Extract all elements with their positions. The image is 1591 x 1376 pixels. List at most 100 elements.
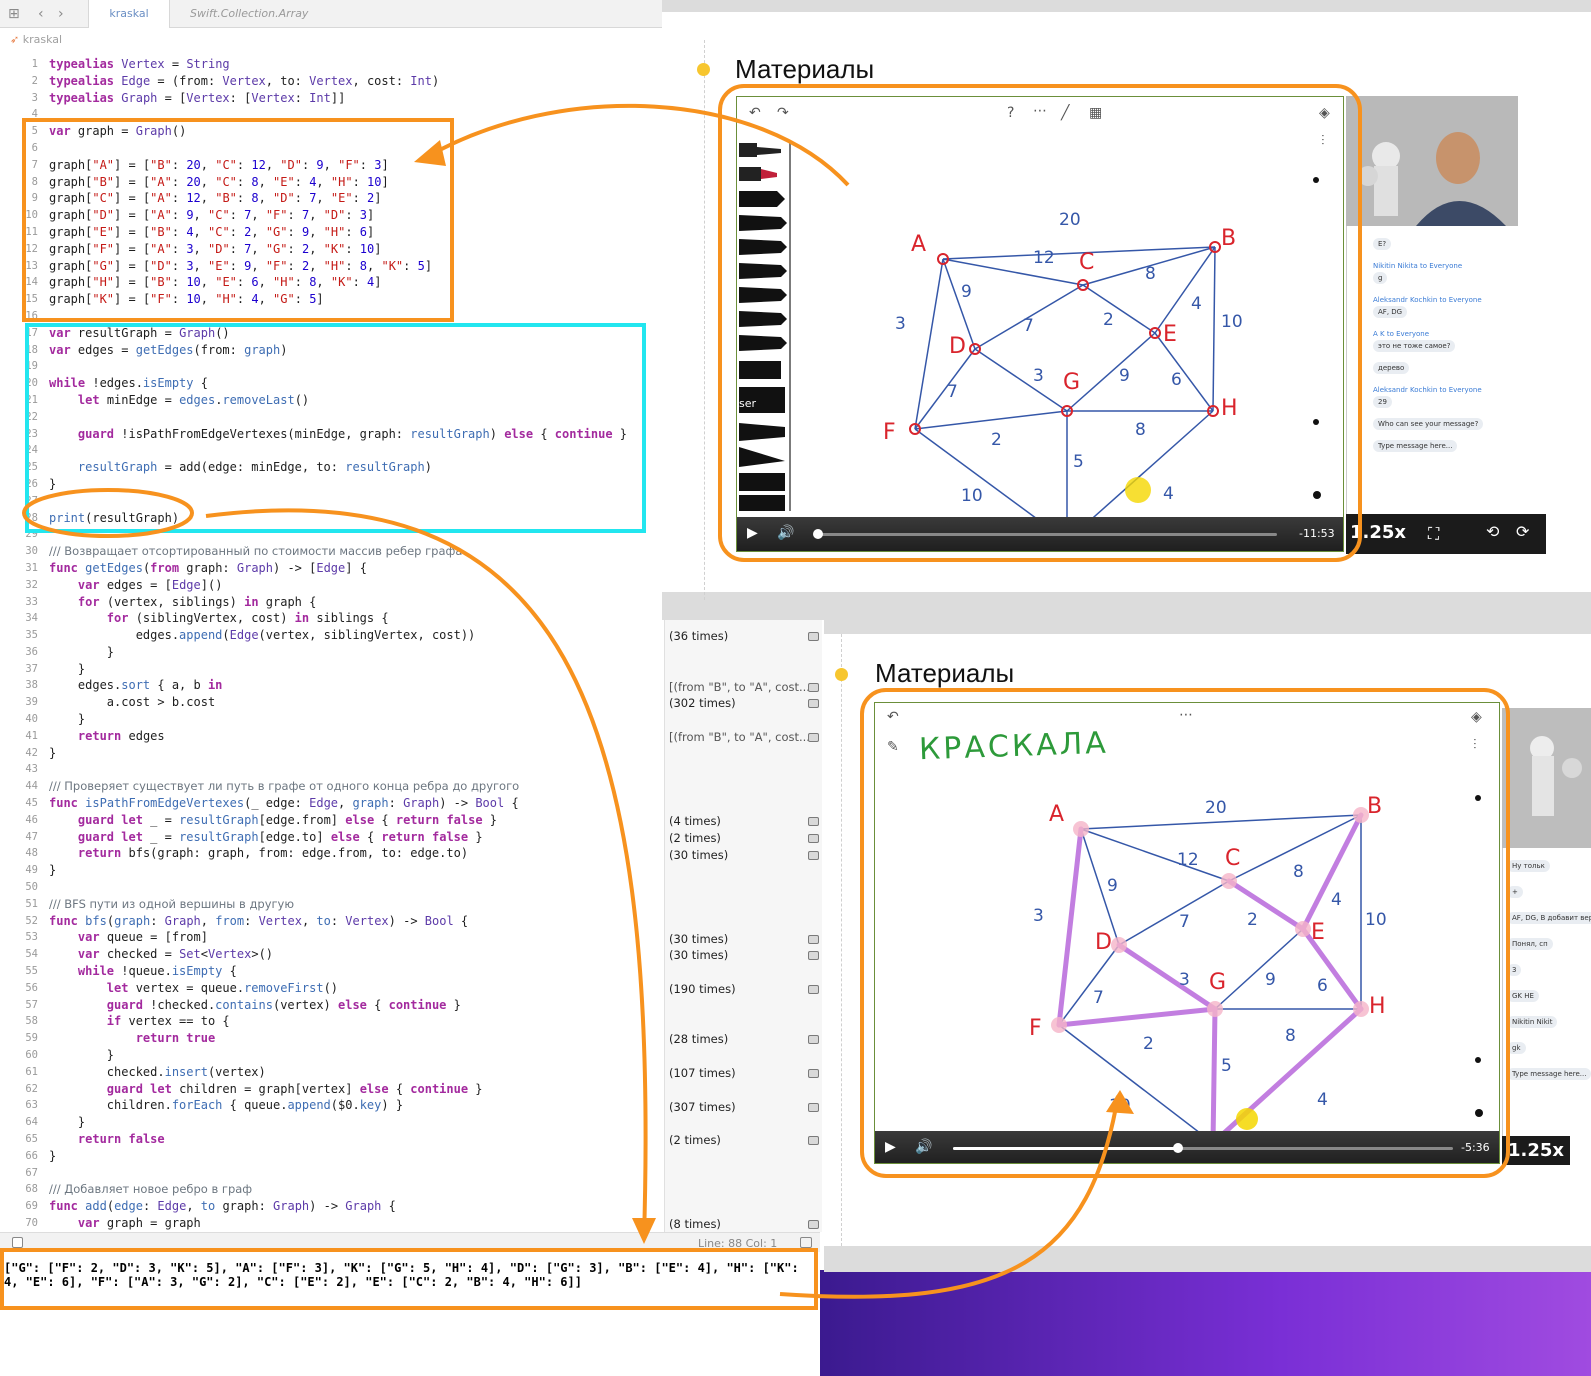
code-line[interactable]: 62 guard let children = graph[vertex] el… [0,1081,665,1098]
quick-look-icon[interactable] [808,1220,819,1230]
code-line[interactable]: 57 guard !checked.contains(vertex) else … [0,997,665,1014]
quick-look-icon[interactable] [808,682,819,692]
code-line[interactable]: 20 while !edges.isEmpty { [0,375,665,392]
code-line[interactable]: 32 var edges = [Edge]() [0,577,665,594]
code-line[interactable]: 52 func bfs(graph: Graph, from: Vertex, t… [0,913,665,930]
more-icon[interactable]: ⋯ [1179,707,1193,723]
progress-knob[interactable] [1173,1143,1183,1153]
code-line[interactable]: 3 typealias Graph = [Vertex: [Vertex: Int… [0,90,665,107]
code-line[interactable]: 27 [0,493,665,510]
code-line[interactable]: 64 } [0,1114,665,1131]
quick-look-icon[interactable] [808,699,819,709]
progress-knob[interactable] [813,529,823,539]
code-line[interactable]: 59 return true [0,1030,665,1047]
code-line[interactable]: 5 var graph = Graph() [0,123,665,140]
code-line[interactable]: 13 graph["G"] = ["D": 3, "E": 9, "F": 2, … [0,258,665,275]
sliders-icon[interactable]: ⫶ [1473,737,1477,753]
quick-look-icon[interactable] [808,1069,819,1078]
code-line[interactable]: 34 for (siblingVertex, cost) in siblings… [0,610,665,627]
code-line[interactable]: 31 func getEdges(from graph: Graph) -> [E… [0,560,665,577]
grid-icon[interactable]: ▦ [1089,105,1102,121]
code-line[interactable]: 42} [0,745,665,762]
volume-icon[interactable]: 🔊 [777,525,794,541]
brush-icon[interactable]: ✎ [887,739,899,755]
code-line[interactable]: 44 /// Проверяет существует ли путь в гра… [0,778,665,795]
code-line[interactable]: 36 } [0,644,665,661]
code-line[interactable]: 51 /// BFS пути из одной вершины в другую [0,896,665,913]
tab-swift-collection-array[interactable]: Swift.Collection.Array [190,0,308,28]
quick-look-icon[interactable] [808,817,819,826]
sliders-icon[interactable]: ⫶ [1321,133,1325,149]
code-line[interactable]: 33 for (vertex, siblings) in graph { [0,594,665,611]
quick-look-icon[interactable] [808,1136,819,1146]
code-line[interactable]: 8 graph["B"] = ["A": 20, "C": 8, "E": 4, … [0,174,665,191]
code-line[interactable]: 18 var edges = getEdges(from: graph) [0,342,665,359]
video-player-top[interactable]: ↶ ↷ ? ⋯ ╱ ▦ ◈ ⫶ ser 20 12 8 9 4 3 7 2 10… [736,96,1344,552]
code-line[interactable]: 14 graph["H"] = ["B": 10, "E": 6, "H": 8,… [0,274,665,291]
pen-icon[interactable]: ╱ [1061,105,1069,121]
video-player-bottom[interactable]: ↶ ⋯ ◈ ⫶ ✎ КРАСКАЛА 20 12 8 9 4 3 7 2 10 3 9 6 7 2 8 5 10… [874,702,1500,1164]
back-arrow-icon[interactable]: ‹ [38,6,44,22]
code-editor[interactable]: 1 typealias Vertex = String 2 typealias Edg… [0,56,665,1232]
code-line[interactable]: 68 /// Добавляет новое ребро в граф [0,1181,665,1198]
code-line[interactable]: 70 var graph = graph [0,1215,665,1232]
code-line[interactable]: 12 graph["F"] = ["A": 3, "D": 7, "G": 2, … [0,241,665,258]
code-line[interactable]: 17 var resultGraph = Graph() [0,325,665,342]
code-line[interactable]: 69 func add(edge: Edge, to graph: Graph) … [0,1198,665,1215]
code-line[interactable]: 4 [0,106,665,123]
redo-icon[interactable]: ↷ [777,105,789,121]
brush-palette[interactable]: ser [737,141,789,511]
more-icon[interactable]: ⋯ [1033,103,1047,119]
code-line[interactable]: 53 var queue = [from] [0,929,665,946]
code-line[interactable]: 25 resultGraph = add(edge: minEdge, to: … [0,459,665,476]
code-line[interactable]: 41 return edges [0,728,665,745]
code-line[interactable]: 19 [0,358,665,375]
volume-icon[interactable]: 🔊 [915,1139,932,1155]
code-line[interactable]: 10 graph["D"] = ["A": 9, "C": 7, "F": 7, … [0,207,665,224]
quick-look-icon[interactable] [808,1102,819,1112]
code-line[interactable]: 54 var checked = Set<Vertex>() [0,946,665,963]
code-line[interactable]: 30 /// Возвращает отсортированный по стои… [0,543,665,560]
code-line[interactable]: 38 edges.sort { a, b in [0,677,665,694]
layers-icon[interactable]: ◈ [1319,105,1330,121]
code-line[interactable]: 49} [0,862,665,879]
code-line[interactable]: 21 let minEdge = edges.removeLast() [0,392,665,409]
code-line[interactable]: 16 [0,308,665,325]
code-line[interactable]: 7 graph["A"] = ["B": 20, "C": 12, "D": 9,… [0,157,665,174]
grid-icon[interactable]: ⊞ [8,6,20,22]
fullscreen-icon[interactable]: ⛶ [1428,524,1439,544]
code-line[interactable]: 56 let vertex = queue.removeFirst() [0,980,665,997]
quick-look-icon[interactable] [808,985,819,994]
quick-look-icon[interactable] [808,1035,819,1045]
tab-kraskal[interactable]: kraskal [88,0,170,28]
quick-look-icon[interactable] [808,850,819,860]
code-line[interactable]: 39 a.cost > b.cost [0,694,665,711]
show-debug-checkbox[interactable] [12,1237,23,1248]
code-line[interactable]: 9 graph["C"] = ["A": 12, "B": 8, "D": 7, … [0,190,665,207]
code-line[interactable]: 6 [0,140,665,157]
code-line[interactable]: 29 [0,526,665,543]
code-line[interactable]: 26} [0,476,665,493]
forward-15-icon[interactable]: ⟳ [1516,522,1529,541]
code-line[interactable]: 45 func isPathFromEdgeVertexes(_ edge: Ed… [0,795,665,812]
code-line[interactable]: 46 guard let _ = resultGraph[edge.from] … [0,812,665,829]
code-line[interactable]: 47 guard let _ = resultGraph[edge.to] el… [0,829,665,846]
code-line[interactable]: 37 } [0,661,665,678]
code-line[interactable]: 24 [0,442,665,459]
code-line[interactable]: 48 return bfs(graph: graph, from: edge.f… [0,845,665,862]
code-line[interactable]: 11 graph["E"] = ["B": 4, "C": 2, "G": 9, … [0,224,665,241]
code-line[interactable]: 61 checked.insert(vertex) [0,1064,665,1081]
hide-debug-icon[interactable] [800,1237,812,1248]
code-line[interactable]: 43 [0,761,665,778]
code-line[interactable]: 15 graph["K"] = ["F": 10, "H": 4, "G": 5] [0,291,665,308]
code-line[interactable]: 28 print(resultGraph) [0,510,665,527]
speed-label[interactable]: 1.25x [1502,1136,1571,1165]
rewind-15-icon[interactable]: ⟲ [1486,522,1499,541]
code-line[interactable]: 22 [0,409,665,426]
code-line[interactable]: 1 typealias Vertex = String [0,56,665,73]
code-line[interactable]: 58 if vertex == to { [0,1013,665,1030]
code-line[interactable]: 60 } [0,1047,665,1064]
quick-look-icon[interactable] [808,833,819,843]
quick-look-icon[interactable] [808,733,819,742]
code-line[interactable]: 2 typealias Edge = (from: Vertex, to: Ver… [0,73,665,90]
